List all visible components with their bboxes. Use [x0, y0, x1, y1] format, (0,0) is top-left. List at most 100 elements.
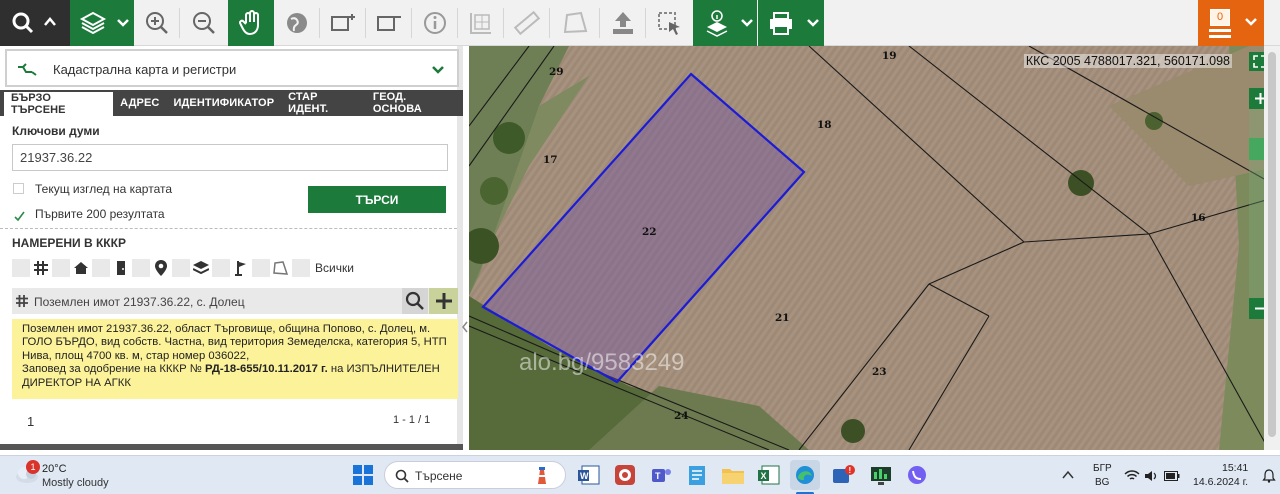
tab-quick-search[interactable]: БЪРЗО ТЪРСЕНЕ	[4, 92, 114, 116]
measure-distance-tool-button[interactable]	[504, 0, 550, 46]
taskbar-teams-app[interactable]: T	[646, 460, 676, 490]
word-icon: W	[578, 465, 600, 485]
search-icon	[12, 12, 56, 34]
layer-select[interactable]: Кадастрална карта и регистри	[5, 49, 459, 87]
layer-select-label: Кадастрална карта и регистри	[53, 62, 237, 77]
tab-identifier[interactable]: ИДЕНТИФИКАТОР	[166, 90, 281, 116]
taskbar-screen-recorder-app[interactable]	[610, 460, 640, 490]
taskbar-chat-app[interactable]: !	[828, 460, 858, 490]
battery-icon[interactable]	[1164, 471, 1180, 481]
select-box-icon	[658, 12, 680, 35]
chevron-up-icon[interactable]	[1062, 470, 1074, 480]
taskbar-notepad-app[interactable]	[682, 460, 712, 490]
viber-icon	[908, 466, 926, 484]
cadastre-layer-icon	[18, 63, 37, 76]
keywords-input[interactable]	[12, 144, 448, 171]
start-button[interactable]	[348, 460, 378, 490]
app-window: 0 Кадастрална карта и регистри БЪРЗО ТЪР…	[0, 0, 1280, 494]
edge-browser-icon	[796, 466, 814, 484]
user-badge: 0	[1210, 9, 1230, 26]
clock-date[interactable]: 14.6.2024 г.	[1193, 476, 1248, 488]
tab-address[interactable]: АДРЕС	[113, 90, 166, 116]
measure-area-tool-button[interactable]	[550, 0, 600, 46]
result-item[interactable]: Поземлен имот 21937.36.22, с. Долец	[12, 288, 458, 314]
sidebar: Кадастрална карта и регистри БЪРЗО ТЪРСЕ…	[0, 46, 463, 450]
current-view-checkbox[interactable]	[13, 183, 24, 194]
chevron-down-icon	[1245, 18, 1257, 26]
layers-menu-button[interactable]	[70, 0, 134, 46]
plus-icon	[435, 293, 452, 309]
map-canvas: 29 19 18 17 22 16 21 23 24	[469, 46, 1280, 450]
keywords-label: Ключови думи	[12, 124, 100, 138]
select-tool-button[interactable]	[646, 0, 692, 46]
search-icon	[395, 469, 409, 483]
filter-checkbox-geodetic-points[interactable]	[212, 259, 230, 277]
weather-description: Mostly cloudy	[42, 477, 109, 489]
zoom-out-icon	[192, 12, 215, 34]
tab-old-identifier[interactable]: СТАР ИДЕНТ.	[281, 90, 366, 116]
parcel-label-16: 16	[1191, 212, 1206, 224]
taskbar-excel-app[interactable]: X	[754, 460, 784, 490]
upload-tool-button[interactable]	[600, 0, 646, 46]
print-menu-button[interactable]	[758, 0, 824, 46]
printer-icon	[770, 12, 819, 35]
svg-text:!: !	[849, 466, 852, 475]
zoom-box-in-tool-button[interactable]	[320, 0, 366, 46]
windows-logo-icon	[353, 465, 373, 485]
monitor-app-icon	[871, 467, 891, 485]
zoom-to-result-button[interactable]	[402, 288, 428, 314]
page-number[interactable]: 1	[27, 414, 34, 429]
search-button[interactable]: ТЪРСИ	[308, 186, 446, 213]
volume-icon[interactable]	[1144, 470, 1158, 482]
info-tool-button[interactable]	[412, 0, 458, 46]
zoom-out-tool-button[interactable]	[180, 0, 227, 46]
filter-checkbox-parcels[interactable]	[12, 259, 30, 277]
full-extent-tool-button[interactable]	[274, 0, 320, 46]
first-200-checkbox[interactable]	[13, 208, 25, 222]
map-view[interactable]: 29 19 18 17 22 16 21 23 24 alo.bg/958324…	[469, 46, 1280, 450]
sidebar-collapse-handle[interactable]	[462, 320, 468, 334]
taskbar-word-app[interactable]: W	[574, 460, 604, 490]
add-result-button[interactable]	[429, 288, 458, 314]
taskbar-file-explorer-app[interactable]	[718, 460, 748, 490]
filter-checkbox-layers[interactable]	[172, 259, 190, 277]
filter-checkbox-areas[interactable]	[252, 259, 270, 277]
filter-checkbox-buildings[interactable]	[52, 259, 70, 277]
input-language-code[interactable]: БГР	[1093, 463, 1112, 474]
map-pin-icon	[150, 259, 172, 277]
scrollbar-thumb[interactable]	[1268, 52, 1276, 437]
result-title: Поземлен имот 21937.36.22, с. Долец	[34, 295, 245, 309]
filter-checkbox-all[interactable]	[292, 259, 310, 277]
notifications-bell-icon[interactable]	[1262, 469, 1276, 483]
weather-widget[interactable]: 1	[14, 460, 40, 488]
filter-checkbox-addresses[interactable]	[132, 259, 150, 277]
parcel-label-21: 21	[775, 312, 790, 324]
zoom-in-tool-button[interactable]	[134, 0, 180, 46]
result-detail-text: Поземлен имот 21937.36.22, област Търгов…	[22, 323, 447, 362]
pan-tool-button[interactable]	[228, 0, 274, 46]
parcel-label-19: 19	[882, 50, 897, 62]
teams-icon: T	[652, 469, 671, 482]
input-language-region[interactable]: BG	[1095, 477, 1109, 488]
search-tool-button[interactable]	[0, 0, 70, 46]
approval-order-prefix: Заповед за одобрение на КККР №	[22, 363, 202, 376]
measure-grid-tool-button[interactable]	[458, 0, 504, 46]
clock-time[interactable]: 15:41	[1222, 462, 1248, 474]
taskbar-search-box[interactable]: Търсене	[384, 461, 566, 489]
taskbar-monitor-app[interactable]	[866, 460, 896, 490]
tab-geodetic-base[interactable]: ГЕОД. ОСНОВА	[366, 90, 463, 116]
folder-icon	[722, 469, 744, 484]
parcel-label-24: 24	[674, 410, 689, 422]
zoom-box-out-tool-button[interactable]	[366, 0, 412, 46]
weather-temperature: 20°C	[42, 463, 67, 475]
sidebar-scrollbar[interactable]	[0, 444, 463, 450]
weather-notification-badge: 1	[26, 460, 40, 474]
filter-checkbox-units[interactable]	[92, 259, 110, 277]
taskbar-viber-app[interactable]	[902, 460, 932, 490]
layer-info-menu-button[interactable]	[693, 0, 757, 46]
page-scrollbar[interactable]	[1264, 46, 1280, 450]
user-menu-button[interactable]: 0	[1198, 0, 1264, 46]
page-range: 1 - 1 / 1	[393, 414, 431, 426]
taskbar-edge-app[interactable]	[790, 460, 820, 490]
wifi-icon[interactable]	[1124, 470, 1140, 482]
